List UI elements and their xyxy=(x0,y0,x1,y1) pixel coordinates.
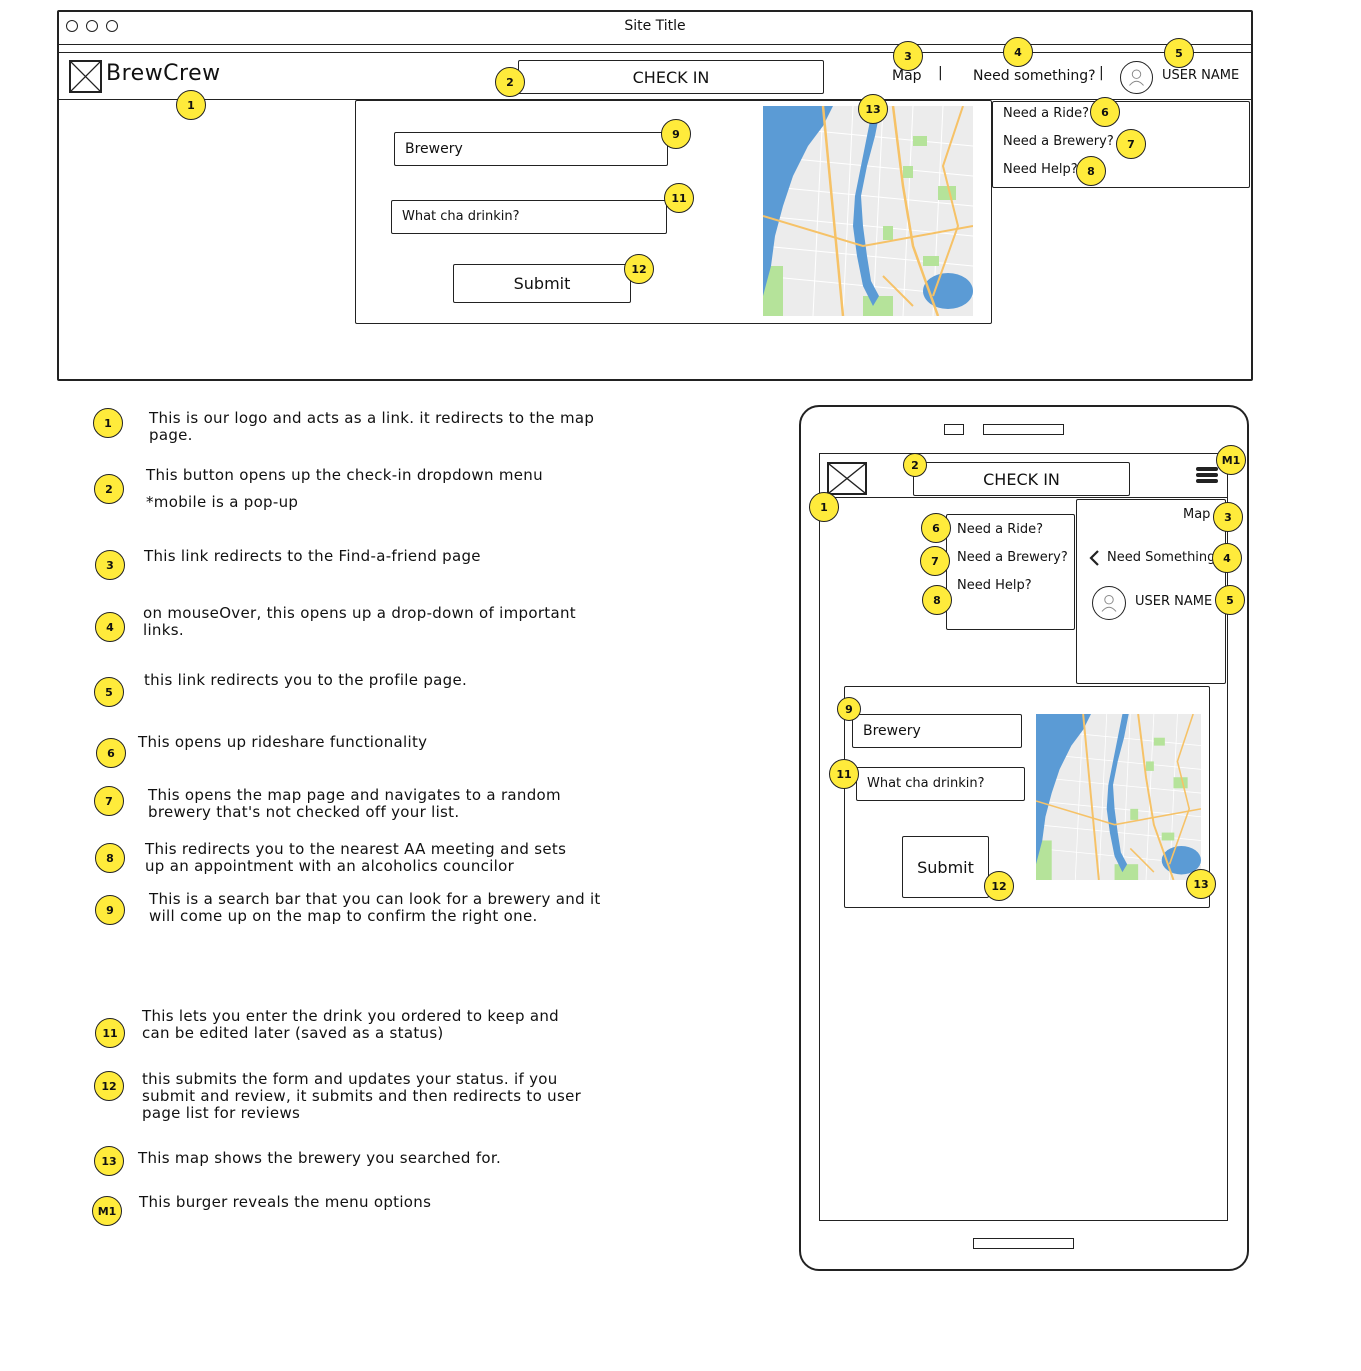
note-text: This opens up rideshare functionality xyxy=(138,733,428,751)
note-badge: 12 xyxy=(94,1071,124,1101)
note-text: This lets you enter the drink you ordere… xyxy=(142,1007,559,1042)
mobile-menu-map[interactable]: Map xyxy=(1183,507,1210,522)
annotation-badge: 8 xyxy=(1076,156,1106,186)
annotation-badge: 11 xyxy=(829,759,859,789)
note-badge: 1 xyxy=(93,408,123,438)
note-text-extra: *mobile is a pop-up xyxy=(146,493,299,511)
window-titlebar-divider xyxy=(57,44,1253,45)
annotation-badge: 12 xyxy=(624,254,654,284)
annotation-badge: 9 xyxy=(837,697,861,721)
mobile-dropdown-need-brewery[interactable]: Need a Brewery? xyxy=(957,550,1068,565)
mobile-drink-input[interactable]: What cha drinkin? xyxy=(856,767,1025,801)
mobile-dropdown-need-help[interactable]: Need Help? xyxy=(957,578,1032,593)
annotation-badge: 12 xyxy=(984,871,1014,901)
note-text: This is a search bar that you can look f… xyxy=(149,890,601,925)
window-minimize-control[interactable] xyxy=(86,20,98,32)
mobile-submit-button[interactable]: Submit xyxy=(902,836,989,898)
user-name-link[interactable]: USER NAME xyxy=(1162,68,1239,83)
note-text: This link redirects to the Find-a-friend… xyxy=(144,547,481,565)
note-text: This map shows the brewery you searched … xyxy=(138,1149,502,1167)
mobile-brewery-map[interactable] xyxy=(1036,714,1201,880)
nav-need-something-link[interactable]: Need something? xyxy=(973,68,1096,84)
window-close-control[interactable] xyxy=(66,20,78,32)
nav-separator: | xyxy=(938,65,943,81)
dropdown-need-brewery[interactable]: Need a Brewery? xyxy=(1003,134,1114,149)
user-avatar-icon[interactable] xyxy=(1120,61,1153,94)
note-text: on mouseOver, this opens up a drop-down … xyxy=(143,604,576,639)
chevron-left-icon[interactable] xyxy=(1088,549,1100,567)
annotation-badge: 13 xyxy=(858,94,888,124)
note-text: This redirects you to the nearest AA mee… xyxy=(145,840,567,875)
note-badge: 5 xyxy=(94,677,124,707)
annotation-badge: 4 xyxy=(1212,543,1242,573)
note-badge: 3 xyxy=(95,550,125,580)
submit-button[interactable]: Submit xyxy=(453,264,631,303)
note-badge: 4 xyxy=(95,612,125,642)
annotation-badge: 4 xyxy=(1003,37,1033,67)
note-badge: 7 xyxy=(94,786,124,816)
annotation-badge: 1 xyxy=(176,90,206,120)
brewery-map[interactable] xyxy=(763,106,973,316)
note-text: this submits the form and updates your s… xyxy=(142,1070,582,1122)
logo-link[interactable]: BrewCrew xyxy=(106,61,221,86)
brewery-search-input[interactable]: Brewery xyxy=(394,132,668,166)
note-badge: 11 xyxy=(95,1018,125,1048)
window-maximize-control[interactable] xyxy=(106,20,118,32)
annotation-badge: 13 xyxy=(1186,869,1216,899)
annotation-badge: 11 xyxy=(664,183,694,213)
annotation-badge: 2 xyxy=(495,67,525,97)
mobile-user-avatar-icon[interactable] xyxy=(1092,586,1126,620)
mobile-menu-need-something[interactable]: Need Something? xyxy=(1107,550,1222,565)
note-badge: 13 xyxy=(94,1146,124,1176)
note-badge: M1 xyxy=(92,1196,122,1226)
annotation-badge: 6 xyxy=(921,513,951,543)
note-text: This is our logo and acts as a link. it … xyxy=(149,409,595,444)
note-text: This button opens up the check-in dropdo… xyxy=(146,466,543,484)
note-text: This burger reveals the menu options xyxy=(139,1193,432,1211)
dropdown-need-help[interactable]: Need Help? xyxy=(1003,162,1078,177)
mobile-dropdown-need-ride[interactable]: Need a Ride? xyxy=(957,522,1043,537)
note-badge: 8 xyxy=(95,843,125,873)
note-badge: 6 xyxy=(96,738,126,768)
note-badge: 9 xyxy=(95,895,125,925)
annotation-badge: 2 xyxy=(903,453,927,477)
annotation-badge: M1 xyxy=(1216,445,1246,475)
window-controls xyxy=(66,20,126,34)
annotation-badge: 9 xyxy=(661,119,691,149)
annotation-badge: 6 xyxy=(1090,97,1120,127)
mobile-logo-icon[interactable] xyxy=(827,462,867,495)
drink-input[interactable]: What cha drinkin? xyxy=(391,200,667,234)
annotation-badge: 1 xyxy=(809,492,839,522)
mobile-brewery-input[interactable]: Brewery xyxy=(852,714,1022,748)
dropdown-need-ride[interactable]: Need a Ride? xyxy=(1003,106,1089,121)
mobile-user-name[interactable]: USER NAME xyxy=(1135,594,1212,609)
phone-camera xyxy=(944,424,964,435)
annotation-badge: 3 xyxy=(893,41,923,71)
annotation-badge: 8 xyxy=(922,585,952,615)
note-text: this link redirects you to the profile p… xyxy=(144,671,468,689)
phone-home-button[interactable] xyxy=(973,1238,1074,1249)
annotation-badge: 7 xyxy=(1116,129,1146,159)
annotation-badge: 7 xyxy=(920,546,950,576)
nav-separator: | xyxy=(1099,65,1104,81)
logo-image-icon[interactable] xyxy=(69,60,102,93)
window-title: Site Title xyxy=(624,18,686,34)
phone-speaker xyxy=(983,424,1064,435)
note-badge: 2 xyxy=(94,474,124,504)
annotation-badge: 3 xyxy=(1213,502,1243,532)
mobile-header xyxy=(819,497,1228,498)
note-text: This opens the map page and navigates to… xyxy=(148,786,561,821)
check-in-button[interactable]: CHECK IN xyxy=(518,60,824,94)
annotation-badge: 5 xyxy=(1164,38,1194,68)
mobile-check-in-button[interactable]: CHECK IN xyxy=(913,462,1130,496)
hamburger-menu-icon[interactable] xyxy=(1196,465,1218,485)
annotation-badge: 5 xyxy=(1215,585,1245,615)
